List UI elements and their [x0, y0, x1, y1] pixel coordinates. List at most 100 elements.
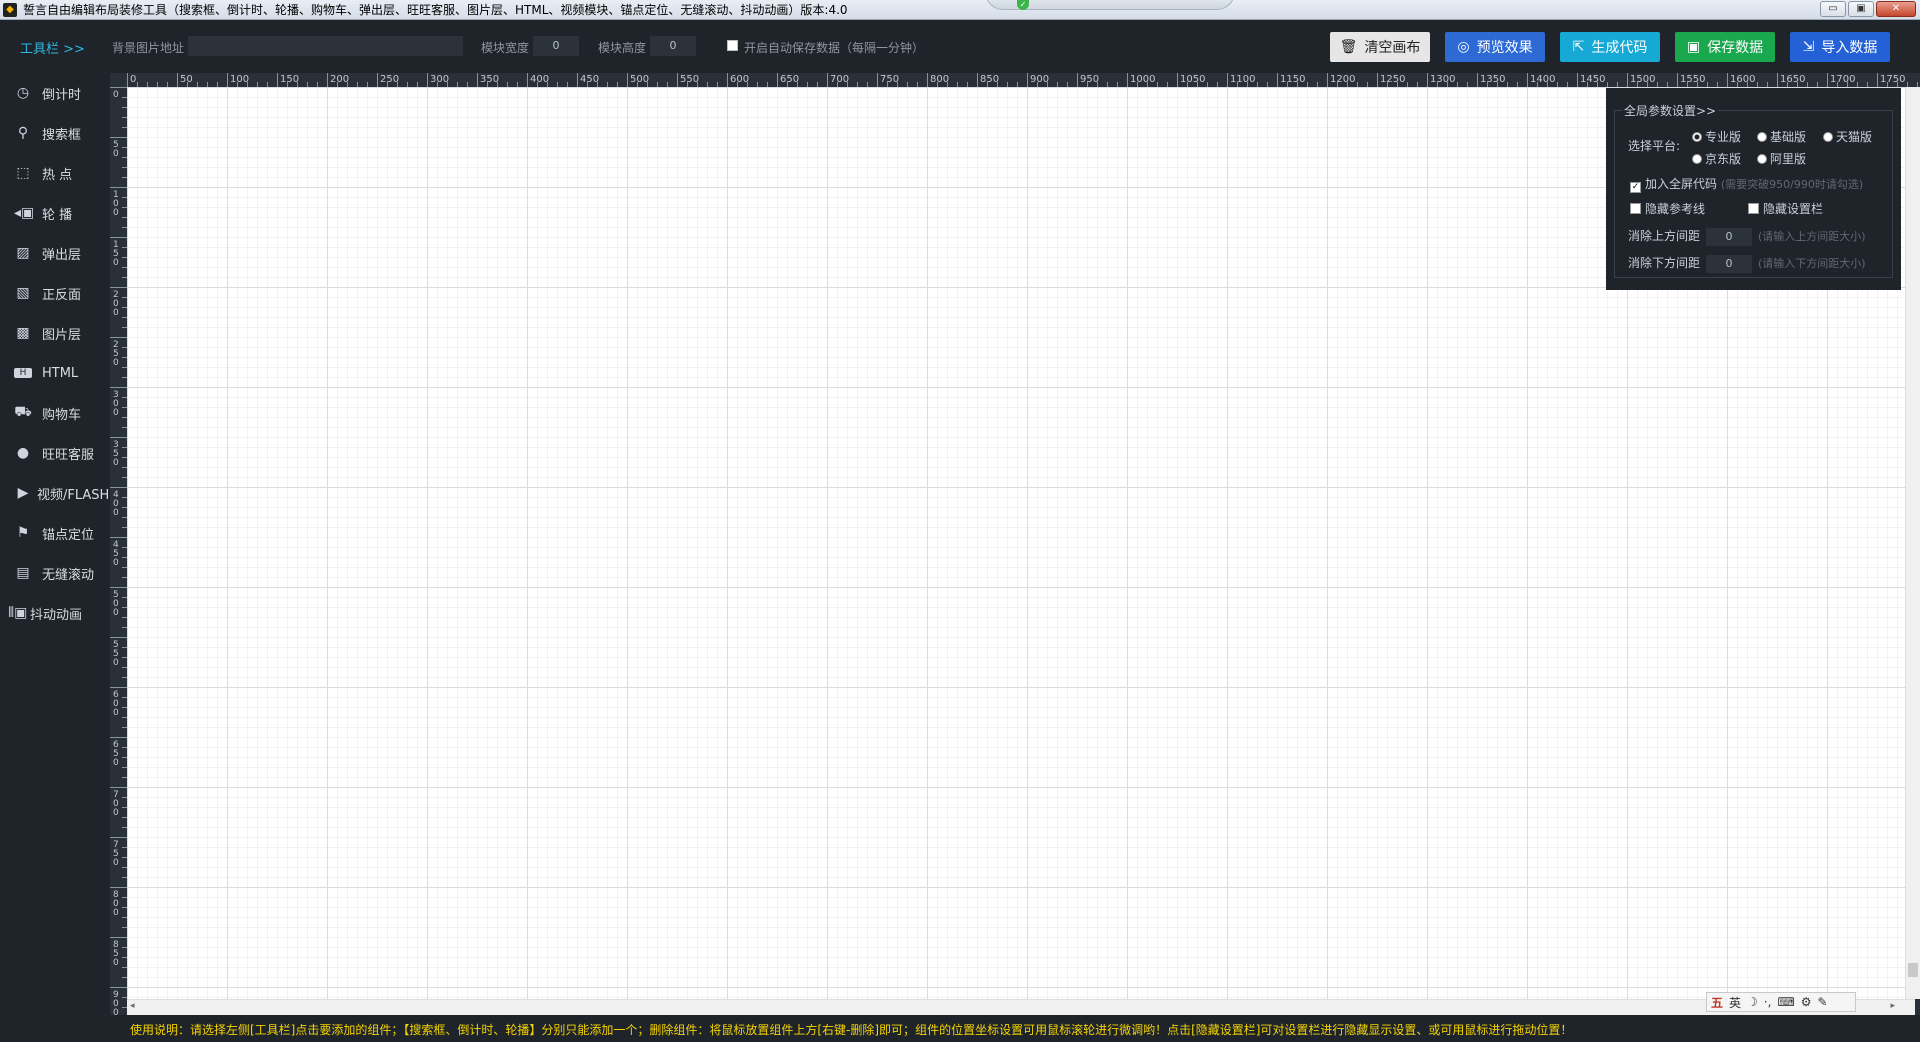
width-label: 模块宽度: [481, 41, 530, 55]
ruler-left-label: 0: [113, 149, 119, 159]
width-input[interactable]: 0: [533, 36, 579, 56]
save-data-button[interactable]: ▣ 保存数据: [1675, 32, 1775, 62]
height-input[interactable]: 0: [650, 36, 696, 56]
platform-option-tmall[interactable]: 天猫版: [1823, 128, 1872, 145]
platform-option-label: 京东版: [1705, 152, 1742, 166]
scroll-icon: ▤: [16, 565, 30, 581]
wrench-icon[interactable]: ✎: [1818, 995, 1828, 1009]
chat-icon: ●: [16, 445, 30, 461]
ruler-left-label: 0: [113, 358, 119, 368]
ruler-top-label: 1050: [1180, 74, 1205, 85]
ime-mode-label[interactable]: 英: [1729, 994, 1741, 1011]
bottom-gap-hint: (请输入下方间距大小): [1758, 257, 1866, 270]
bottom-gap-input[interactable]: 0: [1706, 254, 1753, 273]
sidebar-item-cart[interactable]: ⛟ 购物车: [0, 393, 110, 433]
top-gap-input[interactable]: 0: [1706, 227, 1753, 246]
ruler-left-label: 0: [113, 808, 119, 818]
sidebar-item-image[interactable]: ▩ 图片层: [0, 313, 110, 353]
keyboard-icon[interactable]: ⌨: [1777, 995, 1794, 1009]
platform-option-label: 阿里版: [1770, 152, 1807, 166]
global-settings-panel[interactable]: 全局参数设置>> 选择平台: 专业版 基础版 天猫版 京东版 阿里版 ✓ 加入全屏…: [1606, 88, 1901, 290]
autosave-checkbox[interactable]: [727, 40, 738, 51]
ruler-left-label: 0: [113, 958, 119, 968]
sidebar-item-label: 抖动动画: [30, 607, 83, 623]
preview-button[interactable]: ◎ 预览效果: [1445, 32, 1545, 62]
platform-option-ali[interactable]: 阿里版: [1757, 150, 1806, 167]
sidebar-item-hotspot[interactable]: ⬚ 热 点: [0, 153, 110, 193]
import-data-button[interactable]: ⇲ 导入数据: [1790, 32, 1890, 62]
window-titlebar: ◆ 誓言自由编辑布局装修工具（搜索框、倒计时、轮播、购物车、弹出层、旺旺客服、图…: [0, 0, 1920, 20]
trash-icon: 🗑: [1339, 39, 1358, 55]
sidebar-item-flip[interactable]: ▧ 正反面: [0, 273, 110, 313]
close-button[interactable]: ✕: [1876, 1, 1916, 17]
hide-settings-checkbox[interactable]: [1748, 203, 1759, 214]
sidebar-item-html[interactable]: H HTML: [0, 353, 110, 393]
platform-option-jd[interactable]: 京东版: [1692, 150, 1741, 167]
ruler-top-label: 1100: [1230, 74, 1255, 85]
sidebar-item-wangwang[interactable]: ● 旺旺客服: [0, 433, 110, 473]
sidebar-item-label: 旺旺客服: [42, 447, 95, 463]
ruler-top-label: 600: [730, 74, 749, 85]
sidebar-item-anchor[interactable]: ⚑ 锚点定位: [0, 513, 110, 553]
usage-instructions: 使用说明：请选择左侧[工具栏]点击要添加的组件；【搜索框、倒计时、轮播】分别只能…: [130, 1023, 1573, 1037]
scroll-left-icon[interactable]: ◂: [130, 1001, 135, 1011]
top-gap-label: 消除上方间距: [1628, 229, 1701, 243]
ruler-left-label: 0: [113, 258, 119, 268]
moon-icon[interactable]: ☽: [1747, 995, 1758, 1009]
sidebar-item-marquee[interactable]: ▤ 无缝滚动: [0, 553, 110, 593]
cart-icon: ⛟: [14, 404, 32, 420]
sidebar-item-label: 倒计时: [42, 87, 82, 103]
ruler-top-label: 1300: [1430, 74, 1455, 85]
horizontal-scrollbar[interactable]: ◂ ▸: [127, 999, 1915, 1015]
ruler-top-label: 1750: [1880, 74, 1905, 85]
clear-canvas-button[interactable]: 🗑 清空画布: [1330, 32, 1430, 62]
platform-option-label: 基础版: [1770, 130, 1807, 144]
sidebar-item-label: HTML: [42, 365, 79, 381]
minimize-button[interactable]: ▭: [1820, 1, 1846, 17]
platform-option-basic[interactable]: 基础版: [1757, 128, 1806, 145]
ruler-left-label: 0: [113, 408, 119, 418]
punct-icon[interactable]: ·,: [1764, 995, 1772, 1009]
bg-image-input[interactable]: [188, 36, 463, 56]
platform-option-pro[interactable]: 专业版: [1692, 128, 1741, 145]
sidebar-item-label: 锚点定位: [42, 527, 95, 543]
hide-guides-checkbox[interactable]: [1630, 203, 1641, 214]
vertical-scrollbar[interactable]: [1905, 87, 1920, 999]
ruler-top-label: 900: [1030, 74, 1049, 85]
tools-toggle[interactable]: 工具栏 >>: [20, 38, 85, 57]
sidebar-item-popup[interactable]: ▨ 弹出层: [0, 233, 110, 273]
ruler-top-label: 850: [980, 74, 999, 85]
pin-icon: ⚑: [16, 525, 30, 541]
hide-guides-option[interactable]: 隐藏参考线: [1630, 200, 1705, 217]
fullscreen-hint: (需要突破950/990时请勾选): [1720, 178, 1864, 191]
sidebar-item-video[interactable]: ▶ 视频/FLASH: [0, 473, 110, 513]
fullscreen-option[interactable]: ✓ 加入全屏代码 (需要突破950/990时请勾选): [1630, 175, 1863, 193]
ime-toolbar[interactable]: 五 英 ☽ ·, ⌨ ⚙ ✎: [1706, 992, 1856, 1012]
ruler-left-label: 0: [113, 608, 119, 618]
ruler-top-label: 300: [430, 74, 449, 85]
settings-icon[interactable]: ⚙: [1801, 995, 1812, 1009]
ruler-top-label: 1200: [1330, 74, 1355, 85]
maximize-button[interactable]: ▣: [1848, 1, 1874, 17]
ruler-top-label: 400: [530, 74, 549, 85]
sidebar-item-search[interactable]: ⚲ 搜索框: [0, 113, 110, 153]
scroll-right-icon[interactable]: ▸: [1890, 1001, 1895, 1011]
sidebar-item-shake[interactable]: ⦀▣ 抖动动画: [0, 593, 110, 633]
preview-icon: ◎: [1457, 39, 1470, 55]
sidebar-item-label: 搜索框: [42, 127, 82, 143]
ruler-top-label: 1500: [1630, 74, 1655, 85]
sidebar-item-label: 轮 播: [42, 207, 73, 223]
ruler-top-label: 100: [230, 74, 249, 85]
sidebar-item-carousel[interactable]: ◂▣ 轮 播: [0, 193, 110, 233]
ruler-left-label: 0: [113, 458, 119, 468]
ruler-top-label: 950: [1080, 74, 1099, 85]
ruler-left-label: 0: [113, 858, 119, 868]
sidebar-item-countdown[interactable]: ◷ 倒计时: [0, 73, 110, 113]
generate-code-button[interactable]: ⇱ 生成代码: [1560, 32, 1660, 62]
export-icon: ⇱: [1572, 39, 1585, 55]
ime-logo-icon: 五: [1711, 995, 1724, 1010]
vertical-scroll-thumb[interactable]: [1908, 963, 1918, 977]
hide-settings-option[interactable]: 隐藏设置栏: [1748, 200, 1823, 217]
ruler-top-label: 1250: [1380, 74, 1405, 85]
fullscreen-checkbox[interactable]: ✓: [1630, 182, 1641, 193]
